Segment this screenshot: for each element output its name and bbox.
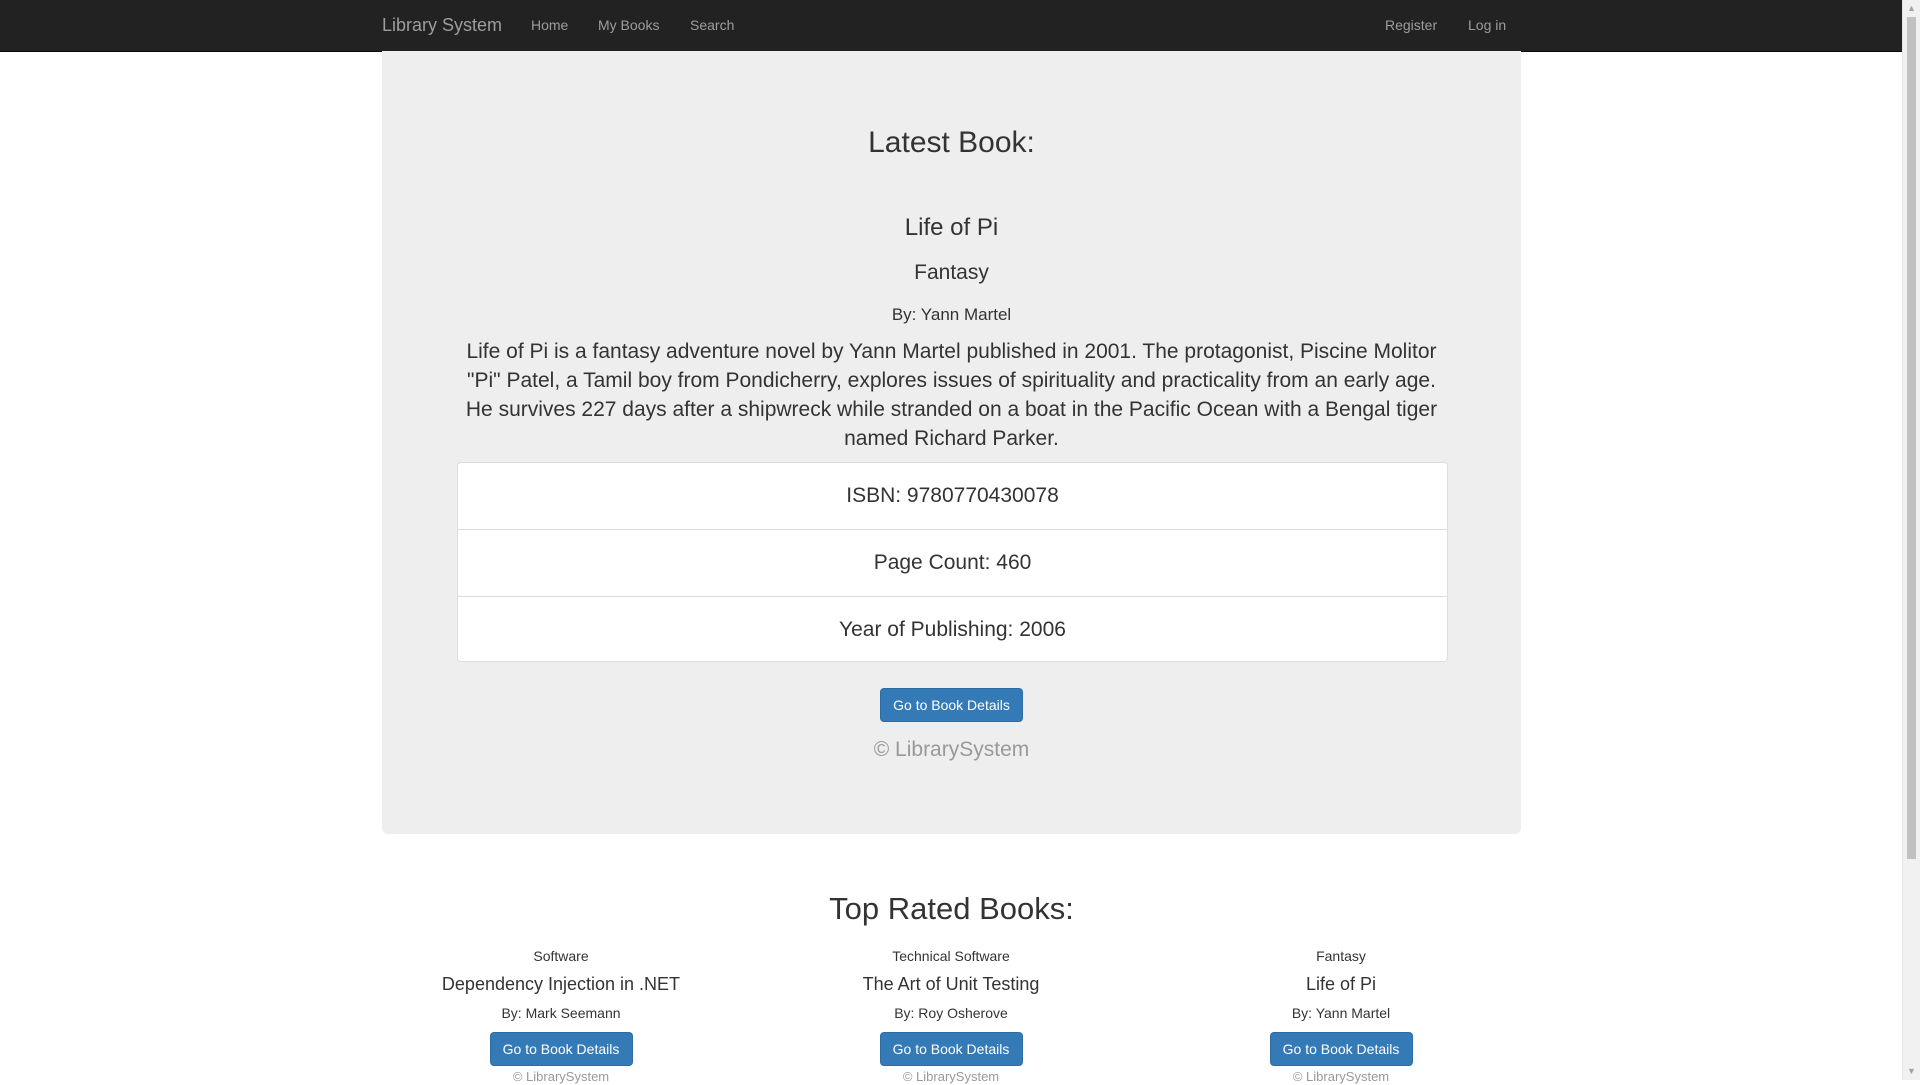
- page-count-item: Page Count: 460: [458, 530, 1447, 597]
- latest-book-description: Life of Pi is a fantasy adventure novel …: [465, 340, 1438, 450]
- nav-search-link[interactable]: Search: [690, 0, 734, 51]
- book-info-list: ISBN: 9780770430078 Page Count: 460 Year…: [457, 462, 1448, 662]
- card-copyright: © LibrarySystem: [902, 1069, 1000, 1084]
- latest-book-title: Life of Pi: [904, 214, 999, 241]
- latest-book-copyright: © LibrarySystem: [873, 738, 1030, 761]
- latest-book-details-button[interactable]: Go to Book Details: [880, 688, 1023, 722]
- top-navbar: Library System Home My Books Search Regi…: [0, 0, 1903, 52]
- brand-link[interactable]: Library System: [382, 0, 502, 51]
- latest-book-heading: Latest Book:: [868, 126, 1035, 159]
- latest-book-panel: Latest Book: Life of Pi Fantasy By: Yann…: [382, 51, 1521, 834]
- card-details-button[interactable]: Go to Book Details: [1269, 1032, 1413, 1066]
- isbn-item: ISBN: 9780770430078: [458, 463, 1447, 530]
- top-rated-card: Fantasy Life of Pi By: Yann Martel Go to…: [1191, 947, 1491, 1085]
- nav-register-link[interactable]: Register: [1385, 0, 1437, 51]
- top-rated-card: Software Dependency Injection in .NET By…: [411, 947, 711, 1085]
- card-copyright: © LibrarySystem: [512, 1069, 610, 1084]
- card-copyright: © LibrarySystem: [1292, 1069, 1390, 1084]
- vertical-scrollbar[interactable]: ▲ ▼: [1902, 0, 1920, 1080]
- card-author: By: Yann Martel: [1291, 1005, 1391, 1021]
- card-genre: Technical Software: [892, 948, 1010, 964]
- latest-book-genre: Fantasy: [914, 261, 989, 284]
- scrollbar-thumb[interactable]: [1907, 17, 1916, 859]
- card-author: By: Roy Osherove: [894, 1005, 1008, 1021]
- card-genre: Software: [533, 948, 589, 964]
- nav-login-link[interactable]: Log in: [1468, 0, 1506, 51]
- scroll-up-arrow-icon[interactable]: ▲: [1903, 0, 1920, 17]
- card-author: By: Mark Seemann: [501, 1005, 621, 1021]
- scroll-down-arrow-icon[interactable]: ▼: [1903, 1063, 1920, 1080]
- top-rated-heading: Top Rated Books:: [829, 891, 1074, 926]
- nav-home-link[interactable]: Home: [531, 0, 568, 51]
- card-details-button[interactable]: Go to Book Details: [879, 1032, 1023, 1066]
- card-title: The Art of Unit Testing: [862, 974, 1040, 994]
- card-title: Life of Pi: [1305, 974, 1377, 994]
- card-genre: Fantasy: [1316, 948, 1366, 964]
- latest-book-author: By: Yann Martel: [891, 305, 1012, 324]
- top-rated-card: Technical Software The Art of Unit Testi…: [801, 947, 1101, 1085]
- card-details-button[interactable]: Go to Book Details: [489, 1032, 633, 1066]
- nav-my-books-link[interactable]: My Books: [598, 0, 659, 51]
- card-title: Dependency Injection in .NET: [441, 974, 681, 994]
- publishing-year-item: Year of Publishing: 2006: [839, 618, 1066, 641]
